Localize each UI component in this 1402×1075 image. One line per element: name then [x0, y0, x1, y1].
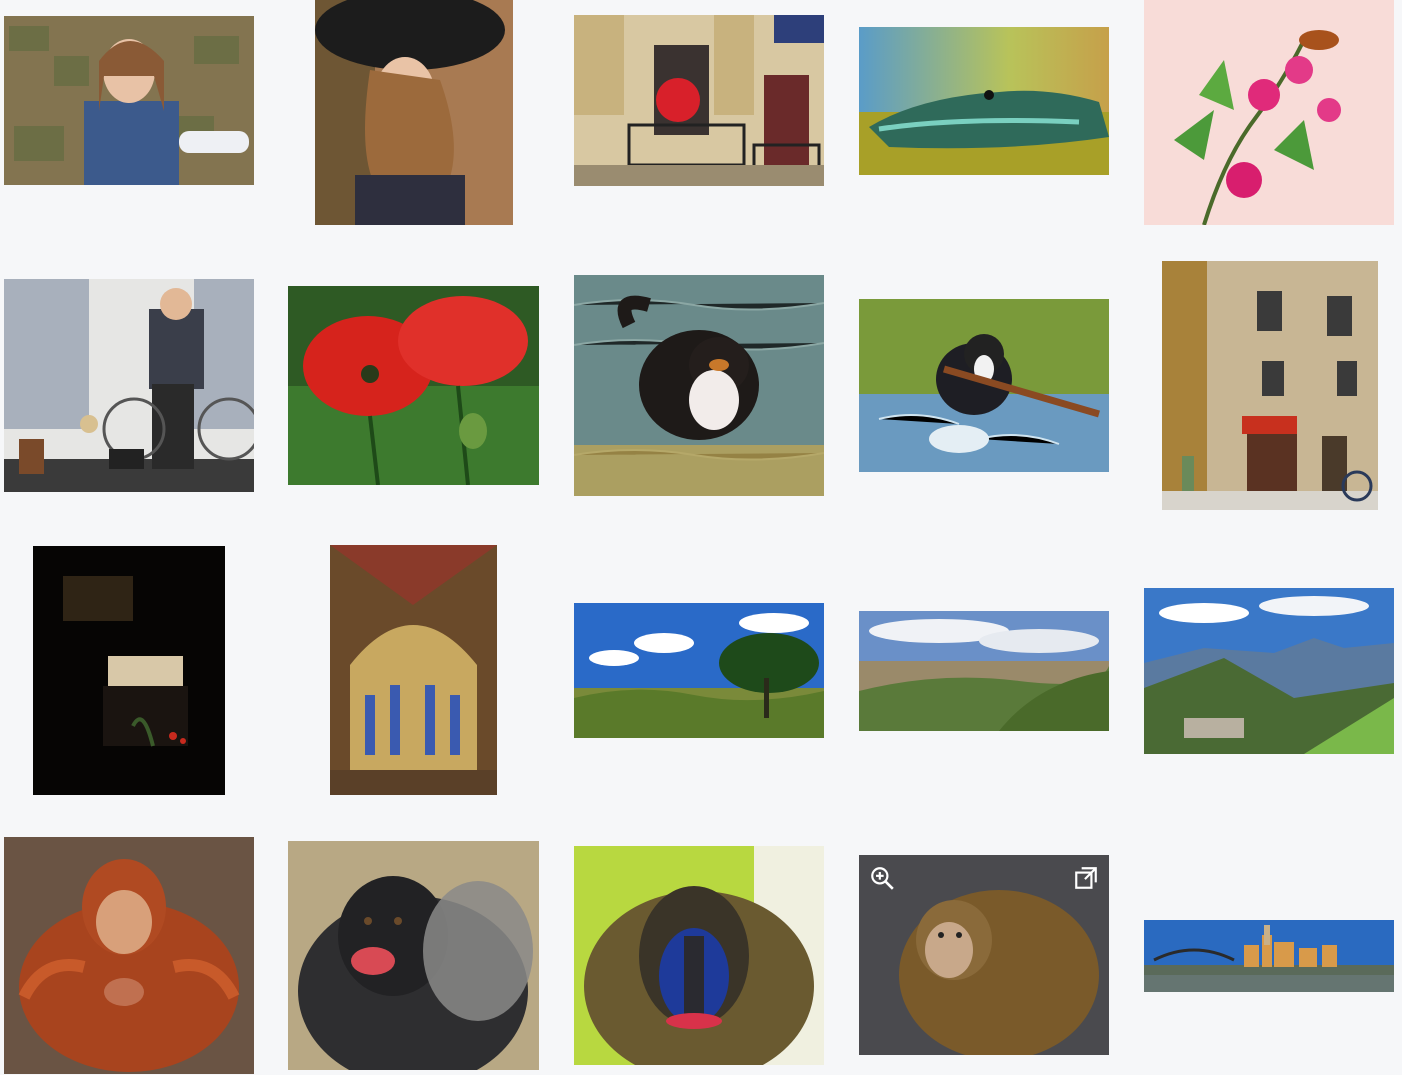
photo-tile[interactable] — [4, 16, 254, 185]
photo-tile[interactable] — [330, 545, 497, 795]
photo-tile[interactable] — [1144, 0, 1394, 225]
photo-tile[interactable] — [288, 841, 539, 1070]
photo-tile[interactable] — [1144, 920, 1394, 992]
photo-tile[interactable] — [315, 0, 513, 225]
photo-gallery — [0, 0, 1402, 1075]
photo-tile[interactable] — [574, 846, 824, 1065]
photo-tile[interactable] — [859, 27, 1109, 175]
photo-tile[interactable] — [859, 299, 1109, 472]
photo-tile[interactable] — [4, 837, 254, 1074]
photo-tile[interactable] — [574, 15, 824, 186]
photo-tile[interactable] — [574, 603, 824, 738]
photo-tile[interactable] — [1144, 588, 1394, 754]
photo-tile[interactable] — [4, 279, 254, 492]
zoom-in-icon[interactable] — [867, 863, 897, 893]
photo-tile[interactable] — [859, 855, 1109, 1055]
photo-tile[interactable] — [859, 611, 1109, 731]
open-external-icon[interactable] — [1071, 863, 1101, 893]
photo-tile[interactable] — [33, 546, 225, 795]
photo-tile[interactable] — [1162, 261, 1378, 510]
photo-tile[interactable] — [574, 275, 824, 496]
photo-tile[interactable] — [288, 286, 539, 485]
